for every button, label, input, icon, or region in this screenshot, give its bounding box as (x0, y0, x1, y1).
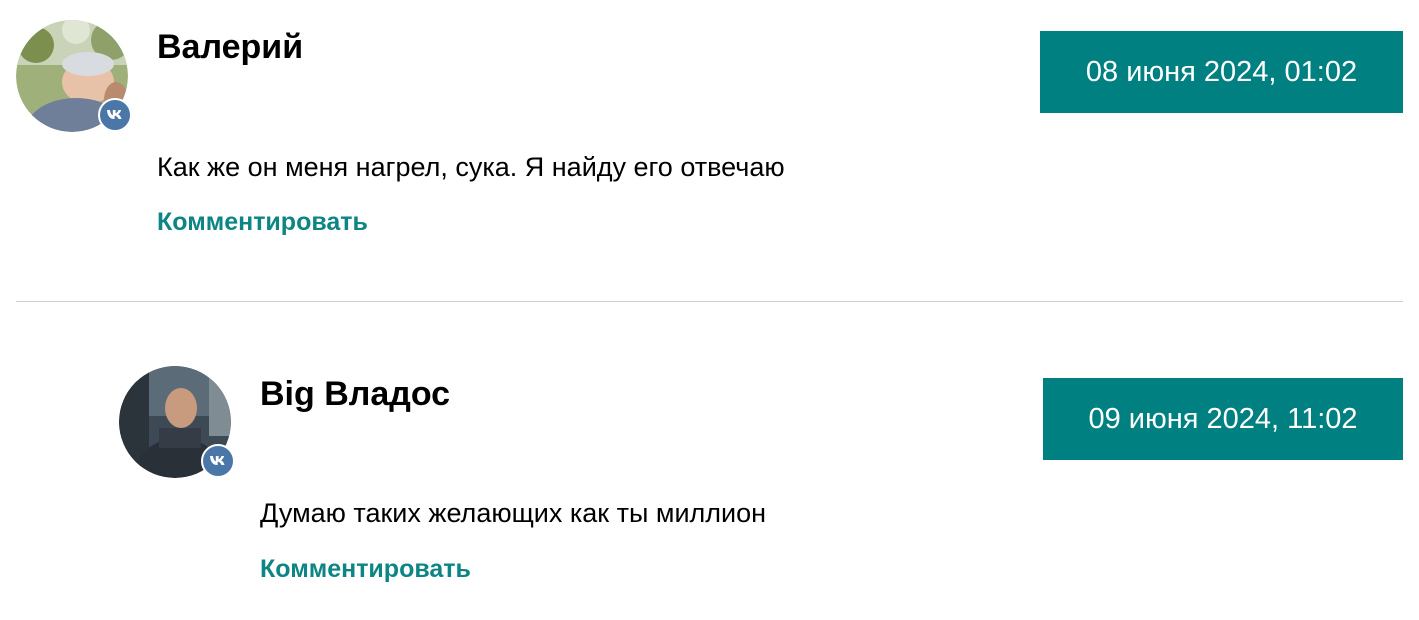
comment-text: Как же он меня нагрел, сука. Я найду его… (157, 152, 785, 182)
date-badge: 09 июня 2024, 11:02 (1043, 378, 1403, 460)
comment-item: Big Владос 09 июня 2024, 11:02 Думаю так… (0, 302, 1419, 620)
avatar[interactable] (16, 20, 132, 132)
date-badge: 08 июня 2024, 01:02 (1040, 31, 1403, 113)
comment-item: Валерий 08 июня 2024, 01:02 Как же он ме… (0, 0, 1419, 300)
reply-link[interactable]: Комментировать (260, 555, 471, 584)
reply-link[interactable]: Комментировать (157, 208, 368, 237)
comment-text: Думаю таких желающих как ты миллион (260, 498, 767, 528)
author-name: Big Владос (260, 375, 451, 413)
avatar[interactable] (119, 366, 235, 478)
vk-icon (201, 444, 235, 478)
author-name: Валерий (157, 28, 304, 66)
vk-icon (98, 98, 132, 132)
